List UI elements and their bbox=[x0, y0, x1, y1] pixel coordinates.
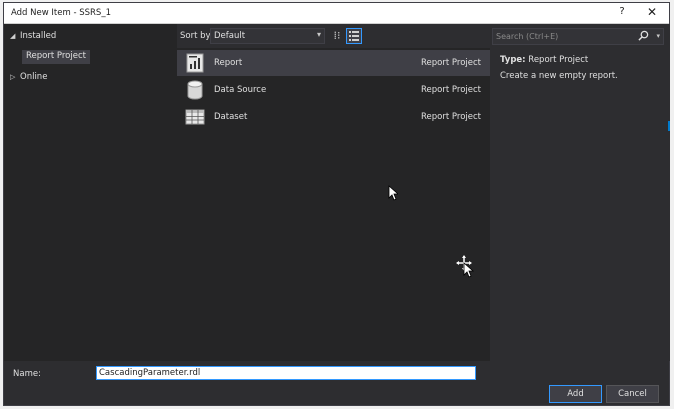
template-name: Report bbox=[214, 58, 243, 68]
type-line: Type: Report Project bbox=[500, 55, 588, 65]
category-tree: ◢ Installed Report Project ▷ Online bbox=[4, 24, 177, 361]
template-item-report[interactable]: Report Report Project bbox=[177, 50, 490, 76]
type-label: Type: bbox=[500, 55, 526, 65]
title-bar: Add New Item - SSRS_1 ? ✕ bbox=[4, 3, 669, 24]
template-name: Dataset bbox=[214, 112, 248, 122]
close-button[interactable]: ✕ bbox=[645, 5, 659, 19]
tree-item-online[interactable]: ▷ Online bbox=[10, 72, 47, 86]
search-placeholder: Search (Ctrl+E) bbox=[496, 32, 559, 41]
grid-view-icon: ⁞⁝ bbox=[333, 29, 341, 42]
add-new-item-dialog: Add New Item - SSRS_1 ? ✕ ◢ Installed Rep… bbox=[3, 2, 670, 406]
cancel-button[interactable]: Cancel bbox=[606, 385, 659, 403]
add-button[interactable]: Add bbox=[549, 385, 602, 403]
tree-item-online-label: Online bbox=[20, 72, 48, 82]
collapsed-arrow-icon[interactable]: ▷ bbox=[10, 73, 20, 81]
search-icon[interactable] bbox=[638, 30, 649, 41]
template-category: Report Project bbox=[421, 58, 481, 68]
sort-by-label: Sort by: bbox=[180, 31, 213, 41]
mouse-pointer-icon bbox=[388, 185, 398, 201]
details-panel: Search (Ctrl+E) ▾ Type: Report Project C… bbox=[490, 24, 670, 361]
template-category: Report Project bbox=[421, 85, 481, 95]
search-input[interactable]: Search (Ctrl+E) ▾ bbox=[492, 28, 664, 45]
template-name: Data Source bbox=[214, 85, 267, 95]
name-label: Name: bbox=[13, 369, 41, 379]
scroll-marker bbox=[668, 121, 670, 131]
tree-item-report-project-label: Report Project bbox=[26, 51, 86, 61]
search-options-chevron-icon[interactable]: ▾ bbox=[656, 32, 660, 40]
dataset-icon bbox=[185, 109, 205, 125]
template-description: Create a new empty report. bbox=[500, 71, 618, 81]
sort-by-dropdown[interactable]: Default ▾ bbox=[210, 28, 325, 44]
tree-item-installed-label: Installed bbox=[20, 31, 57, 41]
data-source-icon bbox=[187, 80, 203, 100]
chevron-down-icon: ▾ bbox=[316, 30, 321, 39]
grid-view-button[interactable]: ⁞⁝ bbox=[329, 28, 345, 44]
help-button[interactable]: ? bbox=[616, 6, 628, 17]
name-field[interactable]: CascadingParameter.rdl bbox=[96, 366, 476, 380]
list-view-button[interactable] bbox=[346, 28, 362, 44]
expanded-arrow-icon[interactable]: ◢ bbox=[10, 32, 20, 40]
list-view-icon bbox=[349, 31, 359, 41]
type-value: Report Project bbox=[528, 55, 589, 65]
window-title: Add New Item - SSRS_1 bbox=[11, 8, 111, 18]
template-category: Report Project bbox=[421, 112, 481, 122]
tree-item-installed[interactable]: ◢ Installed bbox=[10, 31, 56, 45]
template-list: Report Report Project Data Source Report… bbox=[177, 48, 490, 361]
report-icon bbox=[186, 53, 204, 73]
template-item-data-source[interactable]: Data Source Report Project bbox=[177, 77, 490, 103]
drag-move-cursor-icon bbox=[456, 255, 475, 278]
template-item-dataset[interactable]: Dataset Report Project bbox=[177, 104, 490, 130]
tree-item-report-project[interactable]: Report Project bbox=[22, 50, 90, 64]
sort-by-value: Default bbox=[214, 31, 246, 41]
